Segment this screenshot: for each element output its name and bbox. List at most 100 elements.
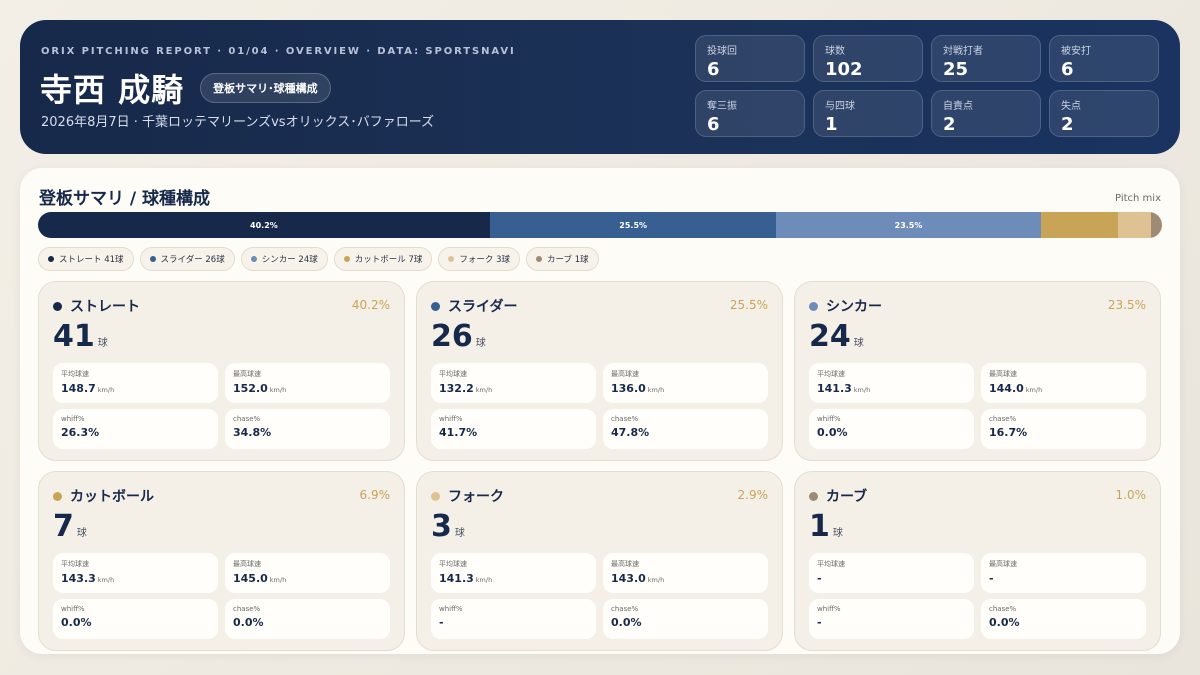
metric-label: whiff% [61, 415, 85, 423]
legend-label: フォーク 3球 [459, 255, 510, 265]
stat-pitches: 球数 102 [813, 35, 923, 82]
stat-walks: 与四球 1 [813, 90, 923, 137]
metric-label: 最高球速 [611, 560, 639, 568]
metric-avg-speed: 平均球速 148.7 km/h [53, 363, 218, 403]
stat-value: 6 [1061, 59, 1074, 80]
card-head: ストレート [53, 296, 140, 316]
pitch-count-value: 3 [431, 509, 452, 544]
legend-label: シンカー 24球 [261, 255, 318, 265]
metric-max-speed: 最高球速 145.0 km/h [225, 553, 390, 593]
legend-dot [149, 256, 156, 262]
stat-label: 奪三振 [707, 101, 737, 112]
legend-label: スライダー 26球 [160, 255, 225, 265]
pitch-color-dot [53, 301, 62, 311]
metric-label: 最高球速 [233, 560, 261, 568]
game-stats-grid: 投球回 6 球数 102 対戦打者 25 被安打 6 奪三振 6 与四球 1 自… [695, 35, 1160, 137]
stat-hits-allowed: 被安打 6 [1049, 35, 1159, 82]
metric-whiff: whiff% 0.0% [809, 409, 974, 449]
card-head: フォーク [431, 486, 504, 506]
metric-label: whiff% [439, 605, 463, 613]
legend-chip-curve[interactable]: カーブ 1球 [526, 247, 599, 271]
metric-label: 平均球速 [61, 560, 89, 568]
legend-chip-fork[interactable]: フォーク 3球 [438, 247, 520, 271]
metric-label: chase% [989, 605, 1017, 613]
report-kicker: ORIX PITCHING REPORT · 01/04 · OVERVIEW … [41, 46, 516, 57]
pitch-name: フォーク [448, 489, 504, 505]
metric-max-speed: 最高球速 152.0 km/h [225, 363, 390, 403]
pitch-type-cards: ストレート 40.2% 41 球 平均球速 148.7 km/h 最高球速 152… [38, 281, 1162, 651]
speed-unit: km/h [475, 386, 493, 394]
pitch-percentage: 6.9% [359, 488, 391, 502]
speed-unit: km/h [269, 576, 287, 584]
metric-value: 143.0 km/h [611, 572, 760, 585]
legend-chip-cutter[interactable]: カットボール 7球 [333, 247, 433, 271]
max-speed-value: - [989, 572, 994, 585]
pitch-count-unit: 球 [76, 528, 87, 539]
whiff-value: 26.3% [61, 426, 100, 439]
legend-dot [250, 256, 257, 262]
pitch-metrics: 平均球速 143.3 km/h 最高球速 145.0 km/h whiff% 0.0… [53, 553, 390, 639]
metric-max-speed: 最高球速 - [981, 553, 1146, 593]
stat-value: 25 [943, 59, 969, 80]
card-head: カットボール [53, 486, 154, 506]
stat-label: 投球回 [707, 46, 737, 57]
metric-label: chase% [611, 415, 639, 423]
metric-label: chase% [233, 605, 261, 613]
metric-value: 141.3 km/h [817, 382, 966, 395]
pitch-count-unit: 球 [832, 528, 843, 539]
pitch-card-fork: フォーク 2.9% 3 球 平均球速 141.3 km/h 最高球速 143.0 k… [416, 471, 783, 651]
metric-label: 平均球速 [61, 370, 89, 378]
pitcher-row: 寺西 成騎 登板サマリ･球種構成 [40, 65, 331, 111]
max-speed-value: 136.0 [611, 382, 646, 395]
card-head: シンカー [809, 296, 882, 316]
legend-label: ストレート 41球 [59, 255, 124, 265]
whiff-value: 41.7% [439, 426, 478, 439]
chase-value: 16.7% [989, 426, 1028, 439]
pitch-card-sinker: シンカー 23.5% 24 球 平均球速 141.3 km/h 最高球速 144.… [794, 281, 1161, 461]
whiff-value: 0.0% [817, 426, 848, 439]
legend-dot [343, 256, 350, 262]
metric-chase: chase% 0.0% [225, 599, 390, 639]
pitch-metrics: 平均球速 - 最高球速 - whiff% - chase% 0.0% [809, 553, 1146, 639]
max-speed-value: 152.0 [233, 382, 268, 395]
metric-value: 152.0 km/h [233, 382, 382, 395]
metric-avg-speed: 平均球速 141.3 km/h [431, 553, 596, 593]
metric-chase: chase% 47.8% [603, 409, 768, 449]
metric-label: chase% [611, 605, 639, 613]
metric-label: whiff% [439, 415, 463, 423]
pitch-card-cutter: カットボール 6.9% 7 球 平均球速 143.3 km/h 最高球速 145.… [38, 471, 405, 651]
pitch-count-unit: 球 [454, 528, 465, 539]
avg-speed-value: 148.7 [61, 382, 96, 395]
stat-value: 6 [707, 59, 720, 80]
chase-value: 0.0% [989, 616, 1020, 629]
stat-label: 対戦打者 [943, 46, 983, 57]
legend-chip-sinker[interactable]: シンカー 24球 [240, 247, 328, 271]
stat-label: 被安打 [1061, 46, 1091, 57]
pitch-color-dot [809, 491, 818, 501]
legend-label: カーブ 1球 [547, 255, 589, 265]
metric-label: chase% [989, 415, 1017, 423]
mix-segment-straight: 40.2% [38, 212, 490, 238]
stat-batters-faced: 対戦打者 25 [931, 35, 1041, 82]
legend-chip-straight[interactable]: ストレート 41球 [38, 247, 134, 271]
pitch-count: 7 球 [53, 509, 87, 545]
stat-innings: 投球回 6 [695, 35, 805, 82]
stat-value: 1 [825, 114, 838, 135]
pitch-color-dot [53, 491, 62, 501]
pitch-color-dot [431, 301, 440, 311]
pitch-metrics: 平均球速 141.3 km/h 最高球速 144.0 km/h whiff% 0.0… [809, 363, 1146, 449]
stat-value: 102 [825, 59, 863, 80]
avg-speed-value: 132.2 [439, 382, 474, 395]
metric-avg-speed: 平均球速 132.2 km/h [431, 363, 596, 403]
metric-label: chase% [233, 415, 261, 423]
metric-label: whiff% [817, 415, 841, 423]
pitch-percentage: 25.5% [729, 298, 768, 312]
pitch-color-dot [809, 301, 818, 311]
pitch-name: シンカー [826, 299, 882, 315]
metric-label: 最高球速 [989, 370, 1017, 378]
pitch-count-value: 1 [809, 509, 830, 544]
legend-chip-slider[interactable]: スライダー 26球 [139, 247, 235, 271]
pitch-name: カーブ [826, 489, 868, 505]
mix-segment-slider: 25.5% [489, 212, 777, 238]
metric-value: - [817, 572, 966, 585]
